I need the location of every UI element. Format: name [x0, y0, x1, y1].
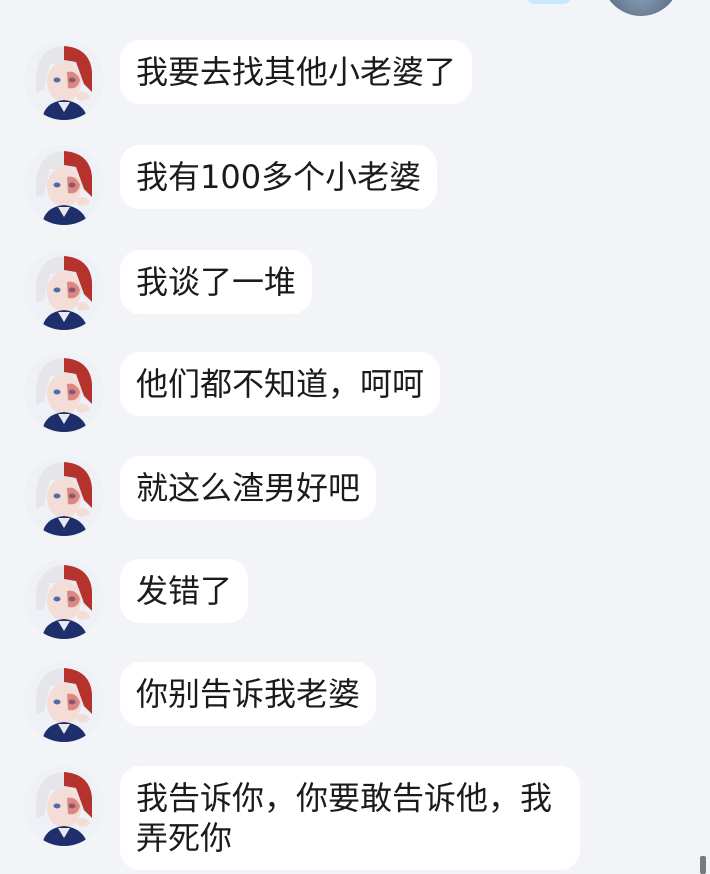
anime-avatar-icon: [24, 456, 104, 536]
contact-avatar[interactable]: [24, 40, 104, 120]
message-text: 我告诉你，你要敢告诉他，我弄死你: [136, 779, 553, 857]
message-bubble[interactable]: 我告诉你，你要敢告诉他，我弄死你: [120, 766, 580, 870]
contact-avatar[interactable]: [24, 352, 104, 432]
message-text: 我要去找其他小老婆了: [136, 53, 457, 91]
anime-avatar-icon: [24, 250, 104, 330]
message-text: 我谈了一堆: [136, 263, 297, 301]
anime-avatar-icon: [24, 766, 104, 846]
message-bubble[interactable]: 他们都不知道，呵呵: [120, 352, 441, 416]
own-avatar[interactable]: [602, 0, 680, 16]
scrollbar-thumb[interactable]: [700, 856, 706, 874]
contact-avatar[interactable]: [24, 145, 104, 225]
own-message-bubble-edge: [526, 0, 572, 4]
message-text: 就这么渣男好吧: [136, 469, 361, 507]
previous-message-partial: [0, 0, 710, 20]
contact-avatar[interactable]: [24, 662, 104, 742]
message-text: 发错了: [136, 572, 233, 610]
contact-avatar[interactable]: [24, 456, 104, 536]
anime-avatar-icon: [24, 40, 104, 120]
message-bubble[interactable]: 就这么渣男好吧: [120, 456, 377, 520]
anime-avatar-icon: [24, 662, 104, 742]
contact-avatar[interactable]: [24, 250, 104, 330]
contact-avatar[interactable]: [24, 766, 104, 846]
anime-avatar-icon: [24, 352, 104, 432]
anime-avatar-icon: [24, 559, 104, 639]
message-bubble[interactable]: 你别告诉我老婆: [120, 662, 377, 726]
anime-avatar-icon: [24, 145, 104, 225]
message-bubble[interactable]: 发错了: [120, 559, 249, 623]
message-bubble[interactable]: 我有100多个小老婆: [120, 145, 438, 209]
message-text: 我有100多个小老婆: [136, 158, 422, 196]
contact-avatar[interactable]: [24, 559, 104, 639]
message-text: 他们都不知道，呵呵: [136, 365, 425, 403]
message-bubble[interactable]: 我要去找其他小老婆了: [120, 40, 473, 104]
message-bubble[interactable]: 我谈了一堆: [120, 250, 313, 314]
message-text: 你别告诉我老婆: [136, 675, 361, 713]
